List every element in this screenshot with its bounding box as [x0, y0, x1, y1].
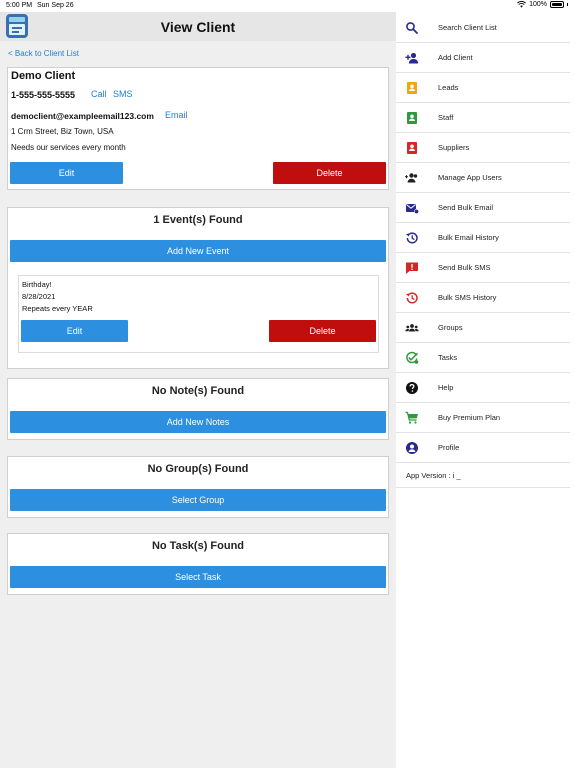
- nav-header: View Client: [0, 12, 396, 41]
- status-time: 5:00 PM: [6, 2, 33, 9]
- sidebar-item-label: Buy Premium Plan: [438, 413, 501, 422]
- sidebar-item-label: Staff: [438, 113, 454, 122]
- event-name: Birthday!: [22, 280, 52, 289]
- call-link[interactable]: Call: [91, 89, 107, 99]
- sms-link[interactable]: SMS: [113, 89, 133, 99]
- client-card: Demo Client 1-555-555-5555 Call SMS demo…: [7, 67, 389, 190]
- sidebar-item-search-client-list[interactable]: Search Client List: [396, 13, 570, 43]
- profile-icon: [406, 442, 418, 454]
- add-new-notes-button[interactable]: Add New Notes: [10, 411, 386, 433]
- select-task-button[interactable]: Select Task: [10, 566, 386, 588]
- status-bar: 5:00 PM Sun Sep 26 100%: [0, 0, 576, 12]
- sidebar-menu: Search Client List Add Client Leads Staf…: [396, 12, 576, 768]
- contact-card-icon: [407, 112, 417, 124]
- sidebar-item-label: Bulk Email History: [438, 233, 499, 242]
- sidebar-item-staff[interactable]: Staff: [396, 103, 570, 133]
- sidebar-item-label: Groups: [438, 323, 463, 332]
- sidebar-item-label: Profile: [438, 443, 460, 452]
- history-icon: [406, 292, 418, 304]
- groups-title: No Group(s) Found: [147, 463, 249, 475]
- add-person-icon: [405, 52, 419, 64]
- add-new-event-button[interactable]: Add New Event: [10, 240, 386, 262]
- contact-card-icon: [407, 142, 417, 154]
- divider: [396, 487, 570, 488]
- events-title: 1 Event(s) Found: [153, 214, 243, 226]
- client-phone: 1-555-555-5555: [11, 90, 76, 100]
- contact-card-icon: [407, 82, 417, 94]
- sms-alert-icon: [406, 262, 418, 274]
- back-to-client-list-link[interactable]: < Back to Client List: [8, 49, 79, 58]
- sidebar-item-add-client[interactable]: Add Client: [396, 43, 570, 73]
- battery-icon: [550, 1, 564, 8]
- people-add-icon: [405, 173, 418, 183]
- task-check-icon: [406, 351, 419, 364]
- sidebar-item-send-bulk-email[interactable]: Send Bulk Email: [396, 193, 570, 223]
- sidebar-item-help[interactable]: Help: [396, 373, 570, 403]
- sidebar-item-label: Help: [438, 383, 454, 392]
- battery-percent: 100%: [529, 1, 547, 8]
- sidebar-item-bulk-email-history[interactable]: Bulk Email History: [396, 223, 570, 253]
- event-item: Birthday! 8/28/2021 Repeats every YEAR E…: [18, 275, 379, 353]
- history-icon: [406, 232, 418, 244]
- sidebar-item-bulk-sms-history[interactable]: Bulk SMS History: [396, 283, 570, 313]
- sidebar-item-profile[interactable]: Profile: [396, 433, 570, 463]
- sidebar-item-label: Tasks: [438, 353, 458, 362]
- delete-client-button[interactable]: Delete: [273, 162, 386, 184]
- app-version: App Version : i _: [406, 471, 461, 480]
- sidebar-item-label: Manage App Users: [438, 173, 502, 182]
- sidebar-item-label: Leads: [438, 83, 459, 92]
- sidebar-item-groups[interactable]: Groups: [396, 313, 570, 343]
- notes-card: No Note(s) Found Add New Notes: [7, 378, 389, 440]
- cart-icon: [405, 411, 418, 424]
- delete-event-button[interactable]: Delete: [269, 320, 376, 342]
- client-notes: Needs our services every month: [11, 143, 126, 152]
- select-group-button[interactable]: Select Group: [10, 489, 386, 511]
- wifi-icon: [517, 1, 527, 8]
- client-address: 1 Crm Street, Biz Town, USA: [11, 127, 114, 136]
- sidebar-item-suppliers[interactable]: Suppliers: [396, 133, 570, 163]
- sidebar-item-send-bulk-sms[interactable]: Send Bulk SMS: [396, 253, 570, 283]
- bulk-email-icon: [406, 204, 419, 214]
- sidebar-item-label: Bulk SMS History: [438, 293, 497, 302]
- status-right: 100%: [517, 1, 568, 8]
- notes-title: No Note(s) Found: [151, 385, 245, 397]
- sidebar-item-tasks[interactable]: Tasks: [396, 343, 570, 373]
- help-icon: [406, 382, 418, 394]
- event-date: 8/28/2021: [22, 292, 56, 301]
- email-link[interactable]: Email: [165, 110, 188, 120]
- battery-tip: [567, 3, 568, 6]
- events-card: 1 Event(s) Found Add New Event Birthday!…: [7, 207, 389, 369]
- search-icon: [406, 22, 418, 34]
- event-repeat: Repeats every YEAR: [22, 304, 93, 313]
- sidebar-item-label: Search Client List: [438, 23, 497, 32]
- groups-icon: [405, 324, 419, 332]
- edit-client-button[interactable]: Edit: [10, 162, 123, 184]
- groups-card: No Group(s) Found Select Group: [7, 456, 389, 518]
- status-date: Sun Sep 26: [37, 2, 74, 9]
- client-email: democlient@exampleemail123.com: [11, 111, 154, 121]
- page-title: View Client: [160, 19, 236, 35]
- client-name: Demo Client: [11, 70, 76, 82]
- sidebar-item-label: Suppliers: [438, 143, 470, 152]
- tasks-card: No Task(s) Found Select Task: [7, 533, 389, 595]
- sidebar-item-label: Send Bulk Email: [438, 203, 494, 212]
- edit-event-button[interactable]: Edit: [21, 320, 128, 342]
- sidebar-item-manage-app-users[interactable]: Manage App Users: [396, 163, 570, 193]
- sidebar-item-label: Send Bulk SMS: [438, 263, 491, 272]
- main-panel: View Client < Back to Client List Demo C…: [0, 12, 396, 768]
- tasks-title: No Task(s) Found: [151, 540, 245, 552]
- sidebar-item-buy-premium-plan[interactable]: Buy Premium Plan: [396, 403, 570, 433]
- sidebar-item-leads[interactable]: Leads: [396, 73, 570, 103]
- sidebar-item-label: Add Client: [438, 53, 473, 62]
